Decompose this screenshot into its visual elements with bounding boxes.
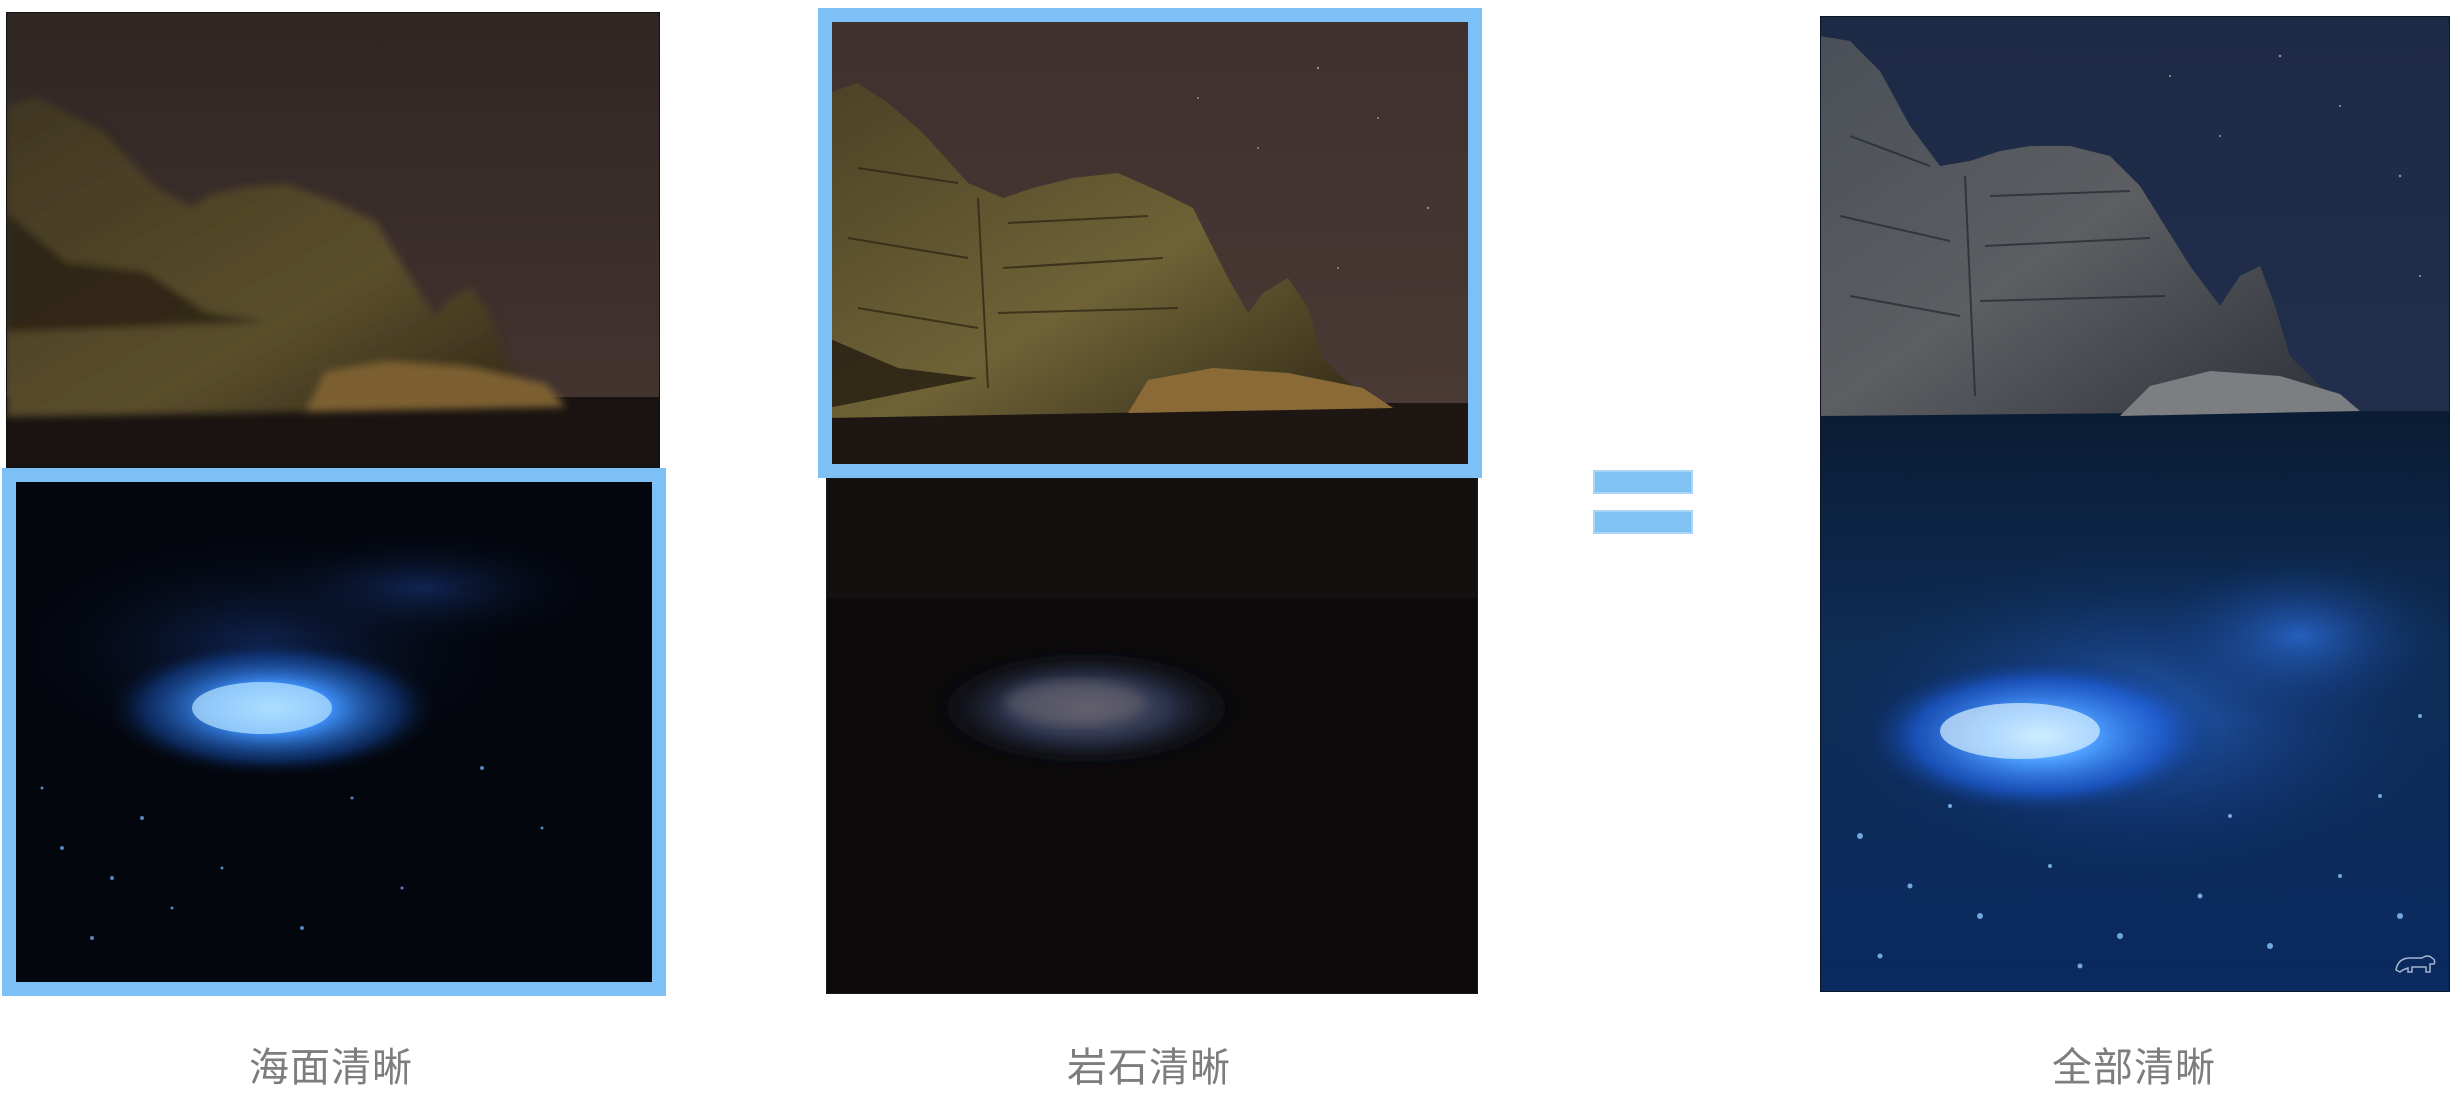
- panel1-sea-photo: [2, 468, 666, 996]
- caption-all-clear: 全部清晰: [2052, 1045, 2216, 1091]
- equals-bar-bottom: [1593, 510, 1693, 534]
- caption-sea-clear: 海面清晰: [249, 1045, 413, 1091]
- caption-rock-clear: 岩石清晰: [1067, 1045, 1231, 1091]
- panel2-sea-photo: [826, 478, 1478, 994]
- panel1-rock-photo: [6, 12, 660, 468]
- panel1-rock-image: [6, 12, 660, 468]
- equals-bar-top: [1593, 470, 1693, 494]
- panel2-rock-photo: [818, 8, 1482, 478]
- merged-result-image: [1820, 16, 2450, 992]
- polar-bear-logo-icon: [2392, 948, 2438, 978]
- panel2-rock-image: [818, 8, 1482, 478]
- merged-result-photo: [1820, 16, 2450, 992]
- panel2-sea-image: [826, 478, 1478, 994]
- panel1-sea-image: [2, 468, 666, 996]
